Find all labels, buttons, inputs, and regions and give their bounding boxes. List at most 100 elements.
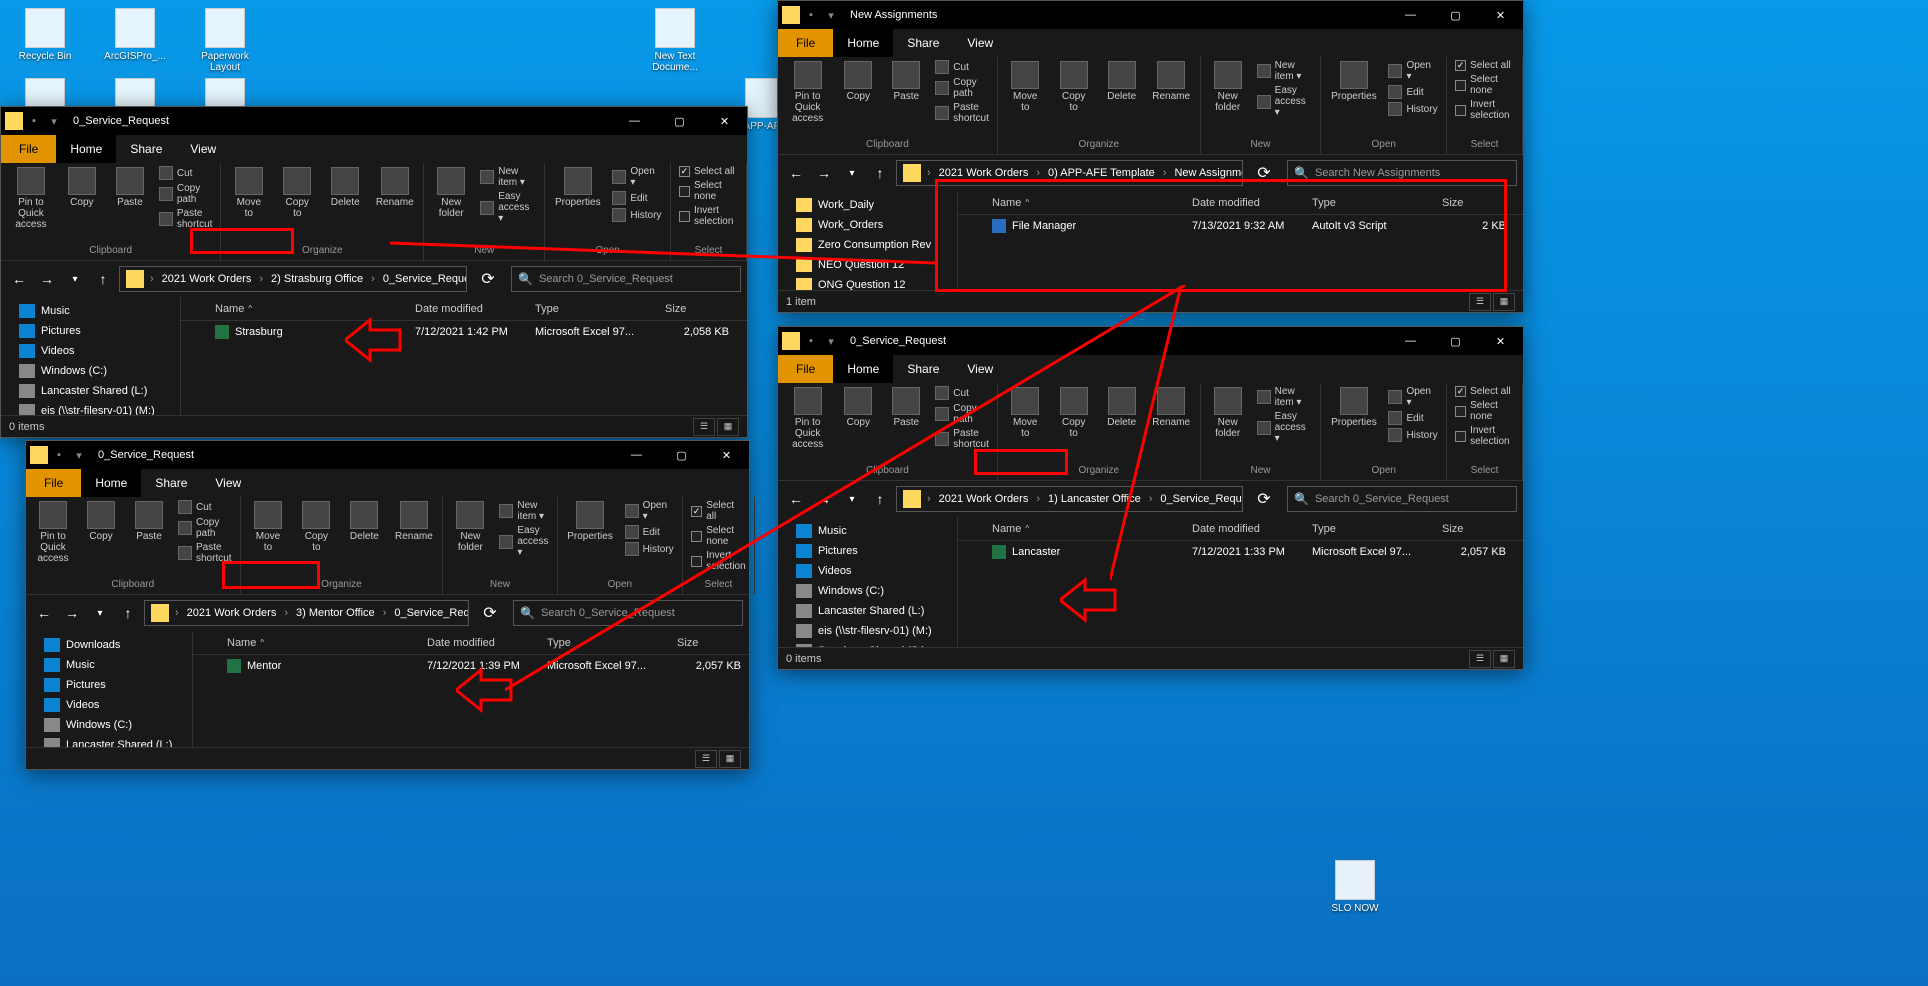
cut-button[interactable]: Cut [157,165,215,181]
forward-button[interactable]: → [60,601,84,625]
refresh-button[interactable]: ⟳ [1251,160,1277,186]
column-size[interactable]: Size [669,637,749,649]
navigation-pane[interactable]: Work_DailyWork_OrdersZero Consumption Re… [778,191,958,290]
move-to-button[interactable]: Move to [1004,59,1047,115]
sidebar-item[interactable]: ONG Question 12 [778,275,957,290]
history-dropdown[interactable]: ▾ [840,487,864,511]
new-item-button[interactable]: New item ▾ [497,499,550,523]
easy-access-button[interactable]: Easy access ▾ [1255,410,1315,445]
view-details-button[interactable]: ☰ [695,750,717,768]
file-row[interactable]: Lancaster 7/12/2021 1:33 PM Microsoft Ex… [958,541,1523,563]
breadcrumb-segment[interactable]: 2021 Work Orders [933,493,1035,505]
qa-icon[interactable]: ▪ [25,112,43,130]
breadcrumb-segment[interactable]: 3) Mentor Office [290,607,381,619]
titlebar[interactable]: ▪ ▾ 0_Service_Request — ▢ ✕ [1,107,747,135]
desktop-icon[interactable]: New Text Docume... [640,8,710,73]
refresh-button[interactable]: ⟳ [477,600,503,626]
paste-shortcut-button[interactable]: Paste shortcut [933,427,991,451]
copy-button[interactable]: Copy [837,385,879,430]
new-item-button[interactable]: New item ▾ [1255,385,1315,409]
desktop-icon[interactable]: Paperwork Layout [190,8,260,73]
qa-icon[interactable]: ▾ [822,6,840,24]
home-tab[interactable]: Home [833,29,893,57]
view-details-button[interactable]: ☰ [693,418,715,436]
sidebar-item-music[interactable]: Music [1,301,180,321]
breadcrumb-segment[interactable]: 2021 Work Orders [933,167,1035,179]
invert-selection-button[interactable]: Invert selection [689,549,747,573]
titlebar[interactable]: ▪ ▾ 0_Service_Request — ▢ ✕ [778,327,1523,355]
search-input[interactable]: 🔍Search 0_Service_Request [511,266,741,292]
back-button[interactable]: ← [784,487,808,511]
breadcrumb[interactable]: ›2021 Work Orders›3) Mentor Office›0_Ser… [144,600,469,626]
rename-button[interactable]: Rename [372,165,417,210]
qa-icon[interactable]: ▪ [802,332,820,350]
breadcrumb[interactable]: ›2021 Work Orders›0) APP-AFE Template›Ne… [896,160,1243,186]
explorer-window-lancaster[interactable]: ▪ ▾ 0_Service_Request — ▢ ✕ File Home Sh… [777,326,1524,670]
file-tab[interactable]: File [1,135,56,163]
copy-to-button[interactable]: Copy to [295,499,337,555]
breadcrumb-segment[interactable]: 2) Strasburg Office [265,273,369,285]
move-to-button[interactable]: Move to [1004,385,1047,441]
new-folder-button[interactable]: New folder [449,499,491,555]
properties-button[interactable]: Properties [564,499,617,544]
sidebar-item-videos[interactable]: Videos [778,561,957,581]
sidebar-item-music[interactable]: Music [26,655,192,675]
column-date[interactable]: Date modified [407,303,527,315]
rename-button[interactable]: Rename [391,499,436,544]
history-dropdown[interactable]: ▾ [88,601,112,625]
breadcrumb[interactable]: ›2021 Work Orders›1) Lancaster Office›0_… [896,486,1243,512]
select-none-button[interactable]: Select none [1453,399,1516,423]
share-tab[interactable]: Share [893,29,953,57]
qa-icon[interactable]: ▾ [70,446,88,464]
edit-button[interactable]: Edit [610,190,664,206]
column-date[interactable]: Date modified [419,637,539,649]
explorer-window-mentor[interactable]: ▪ ▾ 0_Service_Request — ▢ ✕ File Home Sh… [25,440,750,770]
copy-path-button[interactable]: Copy path [157,182,215,206]
sidebar-item-lancaster[interactable]: Lancaster Shared (L:) [1,381,180,401]
back-button[interactable]: ← [784,161,808,185]
refresh-button[interactable]: ⟳ [475,266,501,292]
open-button[interactable]: Open ▾ [610,165,664,189]
minimize-button[interactable]: — [612,107,657,135]
sidebar-item-music[interactable]: Music [778,521,957,541]
breadcrumb-segment[interactable]: 0_Service_Request [1154,493,1243,505]
qa-icon[interactable]: ▾ [45,112,63,130]
new-item-button[interactable]: New item ▾ [1255,59,1315,83]
history-dropdown[interactable]: ▾ [63,267,87,291]
edit-button[interactable]: Edit [623,524,677,540]
file-tab[interactable]: File [778,355,833,383]
search-input[interactable]: 🔍Search New Assignments [1287,160,1517,186]
copy-path-button[interactable]: Copy path [933,402,991,426]
easy-access-button[interactable]: Easy access ▾ [497,524,550,559]
search-input[interactable]: 🔍Search 0_Service_Request [513,600,743,626]
new-folder-button[interactable]: New folder [430,165,472,221]
close-button[interactable]: ✕ [704,441,749,469]
minimize-button[interactable]: — [1388,327,1433,355]
invert-selection-button[interactable]: Invert selection [677,204,740,228]
file-row[interactable]: Mentor 7/12/2021 1:39 PM Microsoft Excel… [193,655,749,677]
refresh-button[interactable]: ⟳ [1251,486,1277,512]
delete-button[interactable]: Delete [324,165,366,210]
copy-to-button[interactable]: Copy to [1053,385,1095,441]
sidebar-item-videos[interactable]: Videos [1,341,180,361]
view-large-button[interactable]: ▦ [717,418,739,436]
column-size[interactable]: Size [1434,523,1514,535]
cut-button[interactable]: Cut [933,385,991,401]
minimize-button[interactable]: — [614,441,659,469]
delete-button[interactable]: Delete [1101,59,1143,104]
explorer-window-strasburg[interactable]: ▪ ▾ 0_Service_Request — ▢ ✕ File Home Sh… [0,106,748,438]
edit-button[interactable]: Edit [1386,84,1440,100]
navigation-pane[interactable]: MusicPicturesVideosWindows (C:)Lancaster… [778,517,958,647]
forward-button[interactable]: → [35,267,59,291]
column-date[interactable]: Date modified [1184,523,1304,535]
view-details-button[interactable]: ☰ [1469,293,1491,311]
up-button[interactable]: ↑ [91,267,115,291]
properties-button[interactable]: Properties [1327,59,1380,104]
new-folder-button[interactable]: New folder [1207,385,1249,441]
share-tab[interactable]: Share [141,469,201,497]
home-tab[interactable]: Home [81,469,141,497]
close-button[interactable]: ✕ [702,107,747,135]
easy-access-button[interactable]: Easy access ▾ [1255,84,1315,119]
column-name[interactable]: Name ^ [219,637,419,649]
rename-button[interactable]: Rename [1149,59,1194,104]
